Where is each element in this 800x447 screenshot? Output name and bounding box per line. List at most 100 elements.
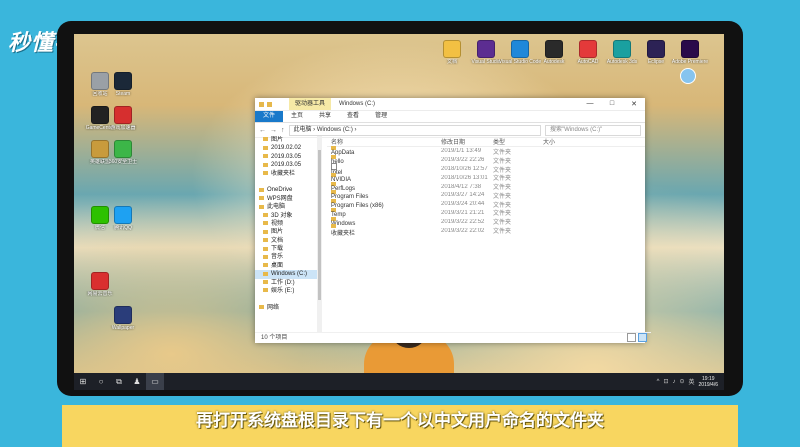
nav-item[interactable]: 桌面 [255, 262, 317, 270]
desktop-icon-steam[interactable]: Steam [101, 72, 145, 97]
item-count: 10 个项目 [261, 335, 288, 341]
close-button[interactable]: ✕ [623, 100, 645, 108]
properties-icon[interactable] [259, 101, 264, 107]
column-name[interactable]: 名称 [327, 137, 441, 146]
nav-scrollbar[interactable] [317, 136, 322, 332]
tray-expand-icon[interactable]: ^ [657, 379, 660, 385]
eclipse-icon [647, 40, 665, 58]
file-date: 2018/4/12 7:38 [441, 183, 482, 190]
nav-item[interactable]: 此电脑 [255, 203, 317, 211]
file-type: 文件夹 [493, 229, 512, 236]
nav-item-label: 桌面 [271, 262, 284, 269]
navigation-pane: 图片 2019.02.02 2019.03.05 2019.03.05 收藏夹栏 OneD… [255, 136, 318, 332]
nav-item-label: 娱乐 (E:) [271, 288, 295, 295]
forward-button[interactable]: → [270, 127, 277, 134]
nav-item[interactable]: 3D 对象 [255, 212, 317, 220]
nav-item[interactable]: 文档 [255, 237, 317, 245]
desktop-icon-qq[interactable]: 腾讯QQ [101, 206, 145, 231]
file-date: 2019/3/22 22:26 [441, 157, 485, 164]
floating-assistant-icon[interactable] [680, 68, 696, 84]
tab-file[interactable]: 文件 [255, 111, 284, 122]
large-icons-view-button[interactable] [638, 333, 647, 342]
file-type: 文件夹 [493, 211, 512, 218]
nav-item [255, 178, 317, 186]
drive-tools-tab[interactable]: 驱动器工具 [289, 98, 332, 110]
window-title: Windows (C:) [339, 101, 376, 107]
file-row[interactable]: 收藏夹栏 2019/3/22 22:02 文件夹 [327, 224, 645, 237]
scrollbar-thumb[interactable] [318, 150, 321, 300]
nav-item-label: 图片 [271, 229, 284, 236]
360-icon [114, 140, 132, 158]
task-view-button[interactable]: ⧉ [110, 373, 128, 390]
column-size[interactable]: 大小 [543, 137, 583, 146]
column-date[interactable]: 修改日期 [441, 137, 493, 146]
network-icon[interactable]: ⊡ [663, 378, 668, 385]
tab-share[interactable]: 共享 [311, 111, 339, 122]
maximize-button[interactable]: □ [601, 100, 623, 108]
desktop-icon-360[interactable]: 360安全卫士 [101, 140, 145, 165]
search-input[interactable]: 搜索"Windows (C:)" [545, 124, 641, 136]
nav-item[interactable]: 收藏夹栏 [255, 170, 317, 178]
minimize-button[interactable]: — [579, 100, 601, 108]
nav-item[interactable]: 视频 [255, 220, 317, 228]
nav-folder-icon [263, 212, 268, 217]
video-subtitle: 再打开系统盘根目录下有一个以中文用户命名的文件夹 [62, 405, 738, 447]
nav-item[interactable]: 2019.03.05 [255, 161, 317, 169]
input-method-indicator[interactable]: 英 [689, 377, 695, 386]
file-type: 文件夹 [493, 158, 512, 165]
nav-item [255, 295, 317, 303]
back-button[interactable]: ← [259, 127, 266, 134]
nav-item[interactable]: 工作 (D:) [255, 279, 317, 287]
nav-item[interactable]: 2019.02.02 [255, 144, 317, 152]
details-view-button[interactable] [627, 333, 636, 342]
nav-folder-icon [263, 238, 268, 243]
nav-item[interactable]: 2019.03.05 [255, 153, 317, 161]
nav-item[interactable]: 图片 [255, 136, 317, 144]
folder-icon [443, 40, 461, 58]
address-bar[interactable]: 此电脑 › Windows (C:) › [288, 124, 541, 136]
taskbar-app-explorer[interactable]: ▭ [146, 373, 164, 390]
new-folder-icon[interactable] [267, 101, 272, 107]
nav-item[interactable]: OneDrive [255, 186, 317, 194]
file-date: 2019/3/27 14:24 [441, 192, 485, 199]
nav-folder-icon [263, 162, 268, 167]
desktop-icon-wallpaper[interactable]: Wallpaper [101, 306, 145, 331]
nav-folder-icon [263, 263, 268, 268]
notification-icon[interactable]: ⊙ [679, 378, 684, 385]
taskbar: ⊞ ○ ⧉ ♟ ▭ ^ ⊡ ♪ ⊙ 英 19:19 2019/4/6 [74, 373, 724, 390]
file-date: 2018/10/26 12:57 [441, 165, 488, 172]
nav-item[interactable]: Windows (C:) [255, 270, 317, 279]
3ds-icon [613, 40, 631, 58]
nav-item[interactable]: 网络 [255, 304, 317, 312]
column-type[interactable]: 类型 [493, 137, 543, 146]
nav-item[interactable]: 图片 [255, 228, 317, 236]
file-explorer-window: 驱动器工具 Windows (C:) — □ ✕ 文件 主页 共享 查看 管理 … [255, 98, 651, 343]
nav-item[interactable]: 下载 [255, 245, 317, 253]
nav-item-label: 3D 对象 [271, 212, 293, 219]
tab-manage[interactable]: 管理 [367, 111, 395, 122]
nav-item-label: Windows (C:) [271, 271, 308, 278]
start-button[interactable]: ⊞ [74, 373, 92, 390]
tab-home[interactable]: 主页 [283, 111, 311, 122]
visual-studio-icon [477, 40, 495, 58]
nav-item-label: 下载 [271, 246, 284, 253]
nav-folder-icon [263, 221, 268, 226]
up-button[interactable]: ↑ [281, 127, 285, 134]
desktop-icon-premiere[interactable]: Adobe Premiere [668, 40, 712, 65]
nav-item[interactable]: 音乐 [255, 253, 317, 261]
tab-view[interactable]: 查看 [339, 111, 367, 122]
file-type: 文件夹 [493, 202, 512, 209]
desktop-icon-netease-music[interactable]: 网易云音乐 [78, 272, 122, 297]
volume-icon[interactable]: ♪ [672, 379, 675, 385]
nav-folder-icon [263, 229, 268, 234]
nav-item[interactable]: 娱乐 (E:) [255, 287, 317, 295]
nav-item[interactable]: WPS网盘 [255, 195, 317, 203]
nav-item-label: 网络 [267, 304, 280, 311]
clock[interactable]: 19:19 2019/4/6 [699, 376, 718, 388]
view-buttons [627, 333, 647, 342]
taskbar-app-game[interactable]: ♟ [128, 373, 146, 390]
nav-item-label: 工作 (D:) [271, 279, 295, 286]
search-button[interactable]: ○ [92, 373, 110, 390]
desktop-icon-accelerator[interactable]: 游戏加速器 [101, 106, 145, 131]
autocad-icon [579, 40, 597, 58]
